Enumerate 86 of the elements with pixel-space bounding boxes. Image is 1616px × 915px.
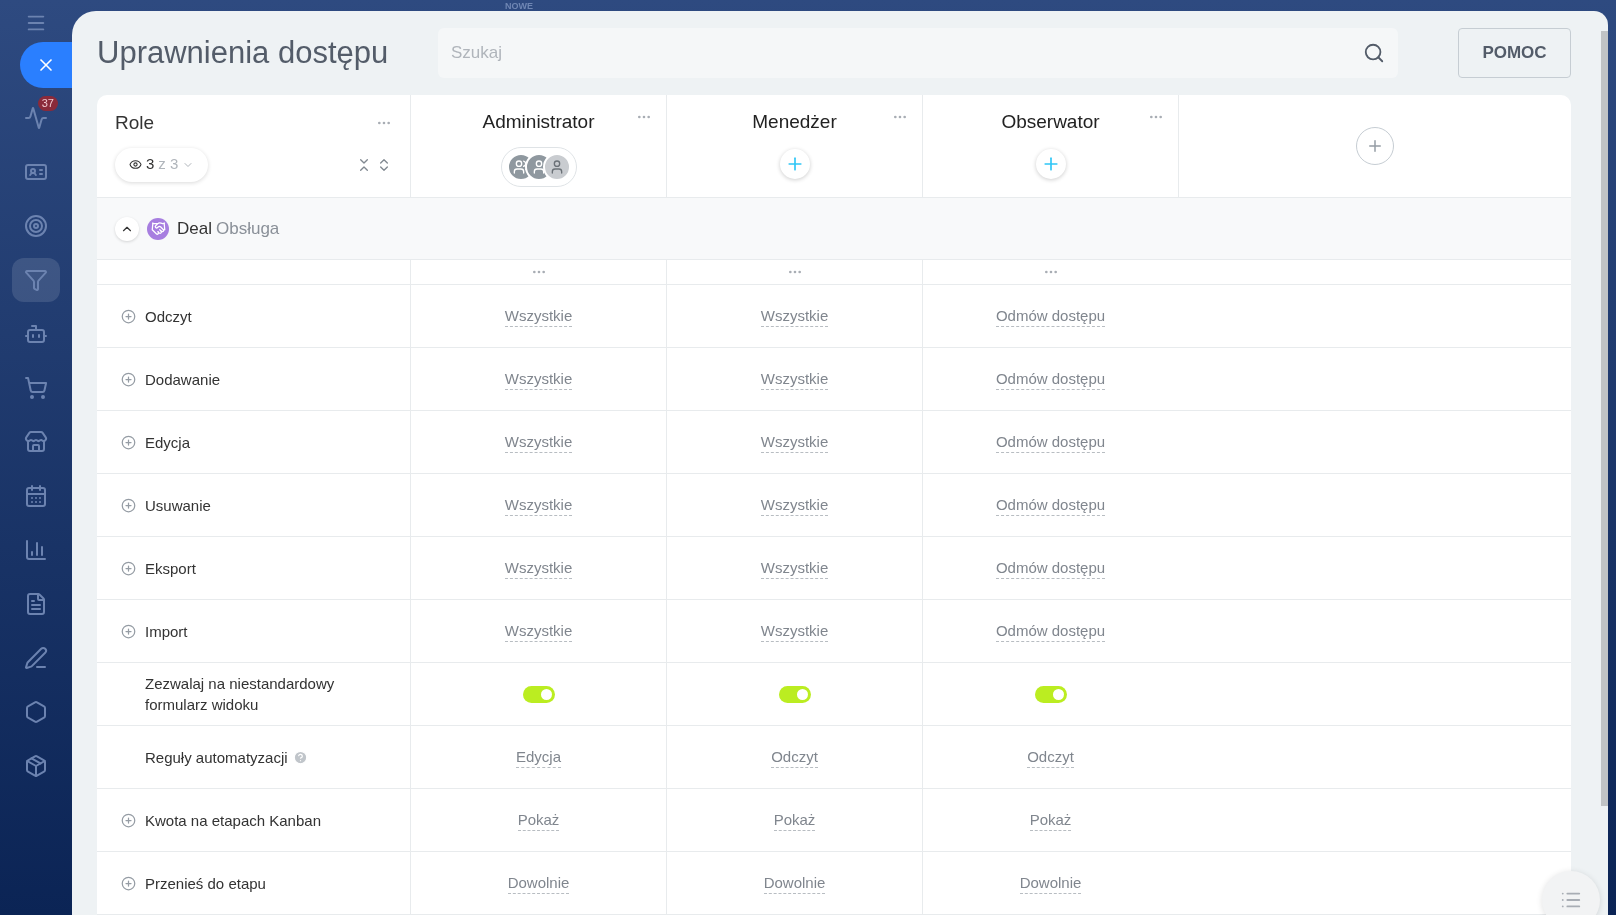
permission-label: Import — [145, 621, 189, 642]
close-button[interactable] — [20, 42, 72, 88]
document-icon — [24, 592, 48, 616]
permission-value-link[interactable]: Edycja — [516, 746, 561, 768]
permission-value-link[interactable]: Wszystkie — [504, 305, 573, 327]
list-menu-button[interactable] — [1542, 871, 1600, 915]
pulse-icon — [24, 106, 48, 130]
permission-value-link[interactable]: Wszystkie — [504, 557, 573, 579]
box-icon — [24, 754, 48, 778]
plus-icon — [1366, 137, 1384, 155]
help-button[interactable]: POMOC — [1458, 28, 1571, 78]
permission-label: Kwota na etapach Kanban — [145, 810, 322, 831]
robot-icon — [24, 322, 48, 346]
permission-value-link[interactable]: Odczyt — [1027, 746, 1074, 768]
column-header: Menedżer — [752, 110, 837, 134]
sidebar-item[interactable] — [12, 258, 60, 302]
permission-value-link[interactable]: Odmów dostępu — [995, 494, 1106, 516]
permission-value-link[interactable]: Wszystkie — [504, 494, 573, 516]
target-icon — [24, 214, 48, 238]
permission-value-link[interactable]: Odmów dostępu — [995, 431, 1106, 453]
store-icon — [24, 430, 48, 454]
expand-row-icon[interactable] — [121, 875, 136, 891]
permission-label: Zezwalaj na niestandardowy formularz widoku — [145, 674, 336, 715]
sidebar-item[interactable]: 37 — [12, 96, 60, 140]
hexagon-icon — [24, 700, 48, 724]
notification-badge: 37 — [37, 96, 58, 111]
permission-value-link[interactable]: Dowolnie — [507, 872, 570, 894]
permission-value-link[interactable]: Pokaż — [1029, 809, 1072, 831]
permission-value-link[interactable]: Pokaż — [773, 809, 816, 831]
permission-value-link[interactable]: Wszystkie — [760, 368, 829, 390]
search-input[interactable]: Szukaj — [451, 40, 1363, 66]
expand-row-icon[interactable] — [121, 812, 136, 828]
expand-row-icon[interactable] — [121, 623, 136, 639]
permission-label: Przenieś do etapu — [145, 873, 267, 894]
funnel-icon — [24, 268, 48, 292]
expand-row-icon[interactable] — [121, 497, 136, 513]
toggle-switch[interactable] — [1034, 685, 1067, 703]
permission-label: Edycja — [145, 432, 192, 453]
section-toggle-button[interactable] — [115, 216, 139, 241]
permission-label: Eksport — [145, 558, 197, 579]
permission-value-link[interactable]: Pokaż — [517, 809, 560, 831]
toggle-switch[interactable] — [778, 685, 811, 703]
search-field[interactable]: Szukaj — [438, 28, 1398, 78]
permission-value-link[interactable]: Odmów dostępu — [995, 368, 1106, 390]
permission-value-link[interactable]: Odczyt — [771, 746, 818, 768]
page-title: Uprawnienia dostępu — [97, 33, 390, 72]
permission-value-link[interactable]: Odmów dostępu — [995, 620, 1106, 642]
toggle-switch[interactable] — [522, 685, 555, 703]
permission-label: Reguły automatyzacji — [145, 747, 288, 768]
permission-value-link[interactable]: Wszystkie — [504, 368, 573, 390]
permission-label: Odczyt — [145, 306, 193, 327]
add-member-button[interactable] — [779, 148, 810, 179]
permission-value-link[interactable]: Wszystkie — [504, 431, 573, 453]
permission-value-link[interactable]: Odmów dostępu — [995, 557, 1106, 579]
permission-value-link[interactable]: Odmów dostępu — [995, 305, 1106, 327]
permission-value-link[interactable]: Dowolnie — [1019, 872, 1082, 894]
search-icon[interactable] — [1363, 42, 1385, 64]
column-header: Role — [115, 111, 155, 135]
permission-value-link[interactable]: Wszystkie — [504, 620, 573, 642]
pen-icon — [24, 646, 48, 670]
add-member-button[interactable] — [1035, 148, 1066, 179]
permission-label: Dodawanie — [145, 369, 222, 390]
section-title: Deal — [177, 217, 212, 240]
column-header: Obserwator — [1001, 110, 1100, 134]
help-icon[interactable] — [292, 749, 308, 765]
expand-row-icon[interactable] — [121, 434, 136, 450]
expand-row-icon[interactable] — [121, 560, 136, 576]
scrollbar[interactable] — [1601, 31, 1608, 806]
permission-value-link[interactable]: Wszystkie — [760, 557, 829, 579]
permission-label: Usuwanie — [145, 495, 212, 516]
expand-row-icon[interactable] — [121, 308, 136, 324]
permission-value-link[interactable]: Wszystkie — [760, 431, 829, 453]
permission-value-link[interactable]: Wszystkie — [760, 620, 829, 642]
cart-icon — [24, 376, 48, 400]
role-filter-button[interactable]: 3 z 3 — [115, 147, 209, 182]
eye-icon — [129, 158, 142, 171]
section-subtitle: Obsługa — [215, 217, 280, 240]
column-header: Administrator — [482, 110, 595, 134]
background-tab-label: NOWE — [505, 0, 533, 13]
permission-value-link[interactable]: Wszystkie — [760, 305, 829, 327]
permission-value-link[interactable]: Dowolnie — [763, 872, 826, 894]
expand-row-icon[interactable] — [121, 371, 136, 387]
calendar-icon — [24, 484, 48, 508]
bar-chart-icon — [24, 538, 48, 562]
handshake-icon — [147, 217, 169, 240]
permission-value-link[interactable]: Wszystkie — [760, 494, 829, 516]
